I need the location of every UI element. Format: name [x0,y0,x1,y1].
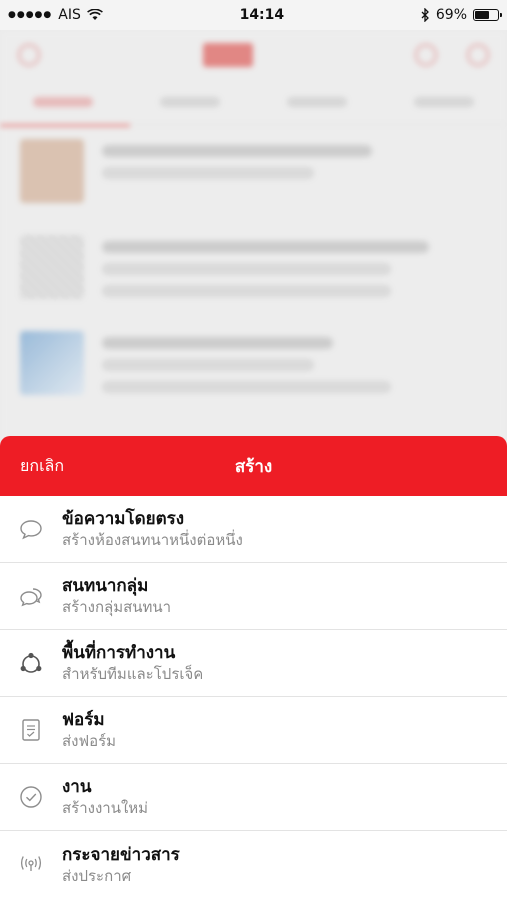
form-icon [22,719,40,741]
battery-level [475,11,489,19]
menu-item-workspace[interactable]: พื้นที่การทำงาน สำหรับทีมและโปรเจ็ค [0,630,507,697]
chat-bubble-icon [20,520,42,540]
group-chat-icon [20,588,42,607]
menu-item-title: พื้นที่การทำงาน [62,643,176,663]
clock: 14:14 [239,7,285,23]
menu-item-group-chat[interactable]: สนทนากลุ่ม สร้างกลุ่มสนทนา [0,563,507,630]
create-sheet: ยกเลิก สร้าง ข้อความโดยตรง สร้างห้องสนทน… [0,436,507,900]
menu-item-direct-message[interactable]: ข้อความโดยตรง สร้างห้องสนทนาหนึ่งต่อหนึ่… [0,496,507,563]
menu-item-form[interactable]: ฟอร์ม ส่งฟอร์ม [0,697,507,764]
menu-item-title: งาน [62,777,92,797]
broadcast-icon [20,855,42,871]
menu-item-title: ข้อความโดยตรง [62,509,185,529]
menu-item-subtitle: สร้างห้องสนทนาหนึ่งต่อหนึ่ง [62,531,243,549]
cancel-button[interactable]: ยกเลิก [20,454,64,479]
task-check-icon [20,786,42,808]
menu-item-broadcast[interactable]: กระจายข่าวสาร ส่งประกาศ [0,831,507,898]
menu-item-subtitle: ส่งฟอร์ม [62,732,117,750]
battery-percent: 69% [435,7,467,23]
battery-icon [473,9,502,21]
menu-item-subtitle: สำหรับทีมและโปรเจ็ค [62,665,204,683]
carrier-label: AIS [58,7,81,23]
signal-strength-icon: ●●●●● [8,10,53,20]
wifi-icon [86,9,103,20]
workspace-icon [20,652,42,673]
status-bar: ●●●●● AIS 14:14 69% [0,0,507,30]
menu-item-subtitle: สร้างงานใหม่ [62,799,149,817]
menu-item-subtitle: ส่งประกาศ [62,866,132,885]
menu-item-title: สนทนากลุ่ม [62,576,149,596]
menu-item-title: ฟอร์ม [62,710,105,730]
menu-item-title: กระจายข่าวสาร [62,844,180,865]
menu-item-subtitle: สร้างกลุ่มสนทนา [62,598,172,616]
sheet-title: สร้าง [234,456,273,477]
menu-item-task[interactable]: งาน สร้างงานใหม่ [0,764,507,831]
bluetooth-icon [421,8,429,22]
sheet-header: ยกเลิก สร้าง [0,436,507,496]
